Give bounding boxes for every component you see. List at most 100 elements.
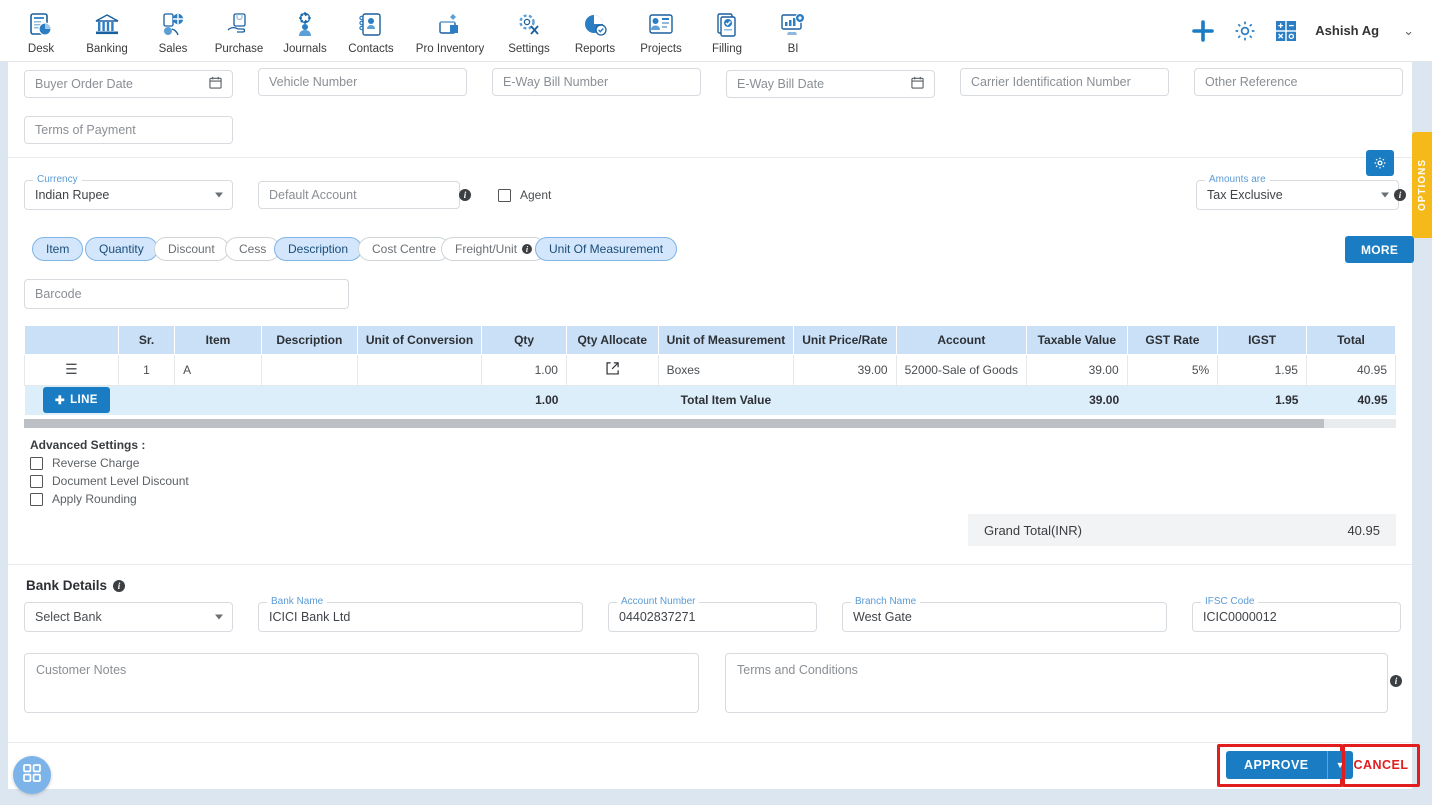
cancel-button[interactable]: CANCEL xyxy=(1349,751,1413,779)
row-unit-of-conversion[interactable] xyxy=(356,353,483,386)
chevron-down-icon[interactable] xyxy=(215,192,223,198)
nav-label: Desk xyxy=(27,43,55,55)
barcode-field[interactable]: Barcode xyxy=(24,279,349,309)
other-reference-field[interactable]: Other Reference xyxy=(1194,68,1403,96)
external-link-icon[interactable] xyxy=(605,361,620,379)
branch-name-field[interactable]: Branch Name West Gate xyxy=(842,596,1167,632)
bank-name-field[interactable]: Bank Name ICICI Bank Ltd xyxy=(258,596,583,632)
row-unit-price-rate[interactable]: 39.00 xyxy=(793,353,897,386)
row-gst-rate[interactable]: 5% xyxy=(1126,353,1219,386)
chip-item[interactable]: Item xyxy=(32,237,84,261)
totals-spacer-5 xyxy=(566,385,659,415)
document-level-discount-checkbox[interactable] xyxy=(30,474,43,488)
row-qty[interactable]: 1.00 xyxy=(481,353,567,386)
table-horizontal-scrollbar[interactable] xyxy=(24,419,1396,428)
select-bank-dropdown[interactable]: Select Bank xyxy=(24,602,233,632)
terms-and-conditions-info-icon[interactable]: i xyxy=(1390,675,1402,687)
nav-item-reports[interactable]: Reports xyxy=(562,6,628,55)
apps-fab-button[interactable] xyxy=(13,756,51,794)
freight-unit-info-icon[interactable]: i xyxy=(522,244,533,254)
table-row[interactable]: ☰ 1 A 1.00 Boxes 39.00 52000-Sale of Goo… xyxy=(24,353,1397,386)
approve-button[interactable]: APPROVE xyxy=(1226,751,1327,779)
chevron-down-icon[interactable] xyxy=(1381,192,1389,198)
row-account[interactable]: 52000-Sale of Goods xyxy=(895,353,1028,386)
advanced-option-reverse-charge[interactable]: Reverse Charge xyxy=(30,456,189,470)
nav-label: Settings xyxy=(508,43,550,55)
plus-icon[interactable] xyxy=(1191,19,1215,43)
buyer-order-date-field[interactable]: Buyer Order Date xyxy=(24,70,233,98)
row-unit-of-measurement[interactable]: Boxes xyxy=(657,353,795,386)
nav-item-contacts[interactable]: Contacts xyxy=(338,6,404,55)
currency-select[interactable]: Currency Indian Rupee xyxy=(24,174,233,210)
account-number-field[interactable]: Account Number 04402837271 xyxy=(608,596,817,632)
nav-item-banking[interactable]: Banking xyxy=(74,6,140,55)
agent-checkbox-row[interactable]: Agent xyxy=(498,188,551,202)
agent-checkbox[interactable] xyxy=(498,188,511,202)
calendar-icon[interactable] xyxy=(911,76,924,92)
nav-item-desk[interactable]: Desk xyxy=(8,6,74,55)
apply-rounding-checkbox[interactable] xyxy=(30,492,43,506)
nav-item-journals[interactable]: Journals xyxy=(272,6,338,55)
more-button[interactable]: MORE xyxy=(1345,236,1415,263)
inventory-icon xyxy=(435,10,465,40)
ifsc-code-field[interactable]: IFSC Code ICIC0000012 xyxy=(1192,596,1401,632)
currency-value: Indian Rupee xyxy=(35,188,110,202)
chip-cost-centre[interactable]: Cost Centre xyxy=(358,237,451,261)
reverse-charge-checkbox[interactable] xyxy=(30,456,43,470)
calculator-icon[interactable] xyxy=(1275,20,1297,42)
nav-item-bi[interactable]: BI xyxy=(760,6,826,55)
default-account-field[interactable]: Default Account xyxy=(258,181,460,209)
calendar-icon[interactable] xyxy=(209,76,222,92)
nav-item-pro-inventory[interactable]: Pro Inventory xyxy=(404,6,496,55)
carrier-identification-number-field[interactable]: Carrier Identification Number xyxy=(960,68,1169,96)
nav-item-sales[interactable]: Sales xyxy=(140,6,206,55)
default-account-info-icon[interactable]: i xyxy=(459,189,471,201)
add-line-cell[interactable]: ✚ LINE xyxy=(24,385,119,415)
eway-bill-date-field[interactable]: E-Way Bill Date xyxy=(726,70,935,98)
vehicle-number-field[interactable]: Vehicle Number xyxy=(258,68,467,96)
chip-freight-unit[interactable]: Freight/Unit i xyxy=(441,237,547,261)
options-side-tab[interactable]: OPTIONS xyxy=(1412,132,1432,238)
totals-total: 40.95 xyxy=(1306,385,1396,415)
chip-quantity[interactable]: Quantity xyxy=(85,237,158,261)
customer-notes-placeholder: Customer Notes xyxy=(36,663,127,677)
advanced-option-document-level-discount[interactable]: Document Level Discount xyxy=(30,474,189,488)
nav-item-purchase[interactable]: Purchase xyxy=(206,6,272,55)
eway-bill-number-field[interactable]: E-Way Bill Number xyxy=(492,68,701,96)
nav-item-filling[interactable]: Filling xyxy=(694,6,760,55)
chip-cess[interactable]: Cess xyxy=(225,237,281,261)
chevron-down-icon[interactable]: ⌄ xyxy=(1403,23,1414,39)
other-reference-placeholder: Other Reference xyxy=(1205,75,1298,89)
row-qty-allocate-cell[interactable] xyxy=(565,353,659,386)
row-description[interactable] xyxy=(260,353,358,386)
totals-spacer-8 xyxy=(1127,385,1218,415)
table-scrollbar-thumb[interactable] xyxy=(24,419,1324,428)
row-item[interactable]: A xyxy=(174,353,262,386)
filling-icon xyxy=(712,10,742,40)
amounts-are-select[interactable]: Amounts are Tax Exclusive xyxy=(1196,174,1399,210)
chevron-down-icon[interactable] xyxy=(215,614,223,620)
terms-and-conditions-textarea[interactable]: Terms and Conditions xyxy=(725,653,1388,713)
table-totals-row: ✚ LINE 1.00 Total Item Value 39.00 1.95 … xyxy=(24,385,1396,415)
chip-discount[interactable]: Discount xyxy=(154,237,229,261)
nav-item-projects[interactable]: Projects xyxy=(628,6,694,55)
gear-icon[interactable] xyxy=(1233,19,1257,43)
advanced-option-apply-rounding[interactable]: Apply Rounding xyxy=(30,492,189,506)
user-name[interactable]: Ashish Ag xyxy=(1315,23,1379,38)
approve-button-group[interactable]: APPROVE ▼ xyxy=(1226,751,1353,779)
customer-notes-textarea[interactable]: Customer Notes xyxy=(24,653,699,713)
drag-handle-icon[interactable]: ☰ xyxy=(65,361,78,377)
row-drag-handle-cell[interactable]: ☰ xyxy=(24,353,119,386)
line-settings-gear-button[interactable] xyxy=(1366,150,1394,176)
chip-unit-of-measurement[interactable]: Unit Of Measurement xyxy=(535,237,678,261)
nav-label: Purchase xyxy=(214,43,264,55)
terms-of-payment-field[interactable]: Terms of Payment xyxy=(24,116,233,144)
add-line-button[interactable]: ✚ LINE xyxy=(43,387,110,414)
bank-details-info-icon[interactable]: i xyxy=(113,579,126,592)
line-items-table-head: Sr. Item Description Unit of Conversion … xyxy=(24,326,1397,355)
chip-description[interactable]: Description xyxy=(274,237,363,261)
bank-name-label: Bank Name xyxy=(267,596,328,607)
amounts-are-info-icon[interactable]: i xyxy=(1394,189,1406,201)
nav-item-settings[interactable]: Settings xyxy=(496,6,562,55)
nav-label: Banking xyxy=(86,43,128,55)
